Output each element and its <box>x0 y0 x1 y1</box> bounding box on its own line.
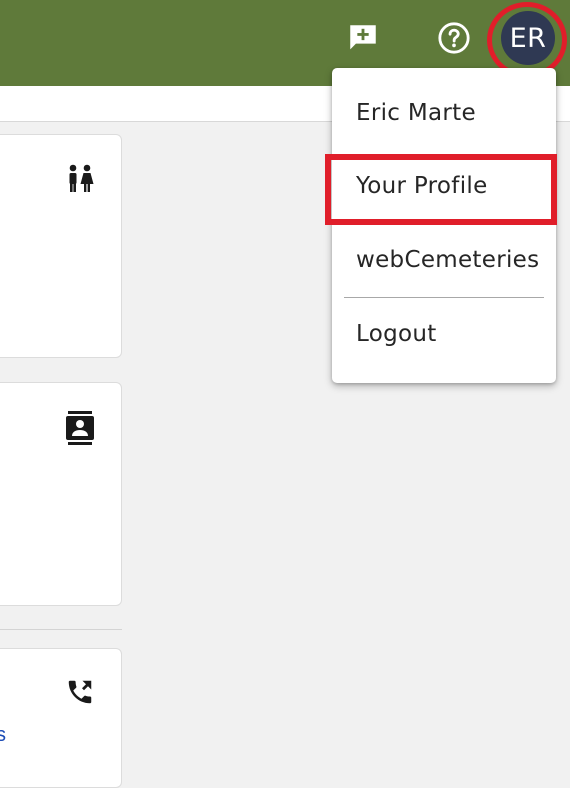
menu-item-your-profile[interactable]: Your Profile <box>356 173 488 199</box>
section-divider <box>0 629 122 630</box>
menu-item-webcemeteries[interactable]: webCemeteries <box>356 247 539 273</box>
dashboard-card[interactable] <box>0 382 122 606</box>
phone-forward-icon <box>65 677 95 709</box>
user-menu: Eric Marte Your Profile webCemeteries Lo… <box>332 68 556 383</box>
avatar[interactable]: ER <box>501 11 555 65</box>
dashboard-card[interactable] <box>0 134 122 358</box>
menu-item-logout[interactable]: Logout <box>356 321 437 347</box>
menu-user-name: Eric Marte <box>356 100 476 126</box>
contact-badge-icon <box>65 411 95 445</box>
menu-divider <box>344 297 544 298</box>
restroom-people-icon <box>65 163 95 195</box>
dashboard-card[interactable] <box>0 648 122 788</box>
help-circle-icon[interactable] <box>436 20 472 56</box>
card-link-text[interactable]: s <box>0 724 6 747</box>
add-comment-icon[interactable] <box>345 20 381 56</box>
